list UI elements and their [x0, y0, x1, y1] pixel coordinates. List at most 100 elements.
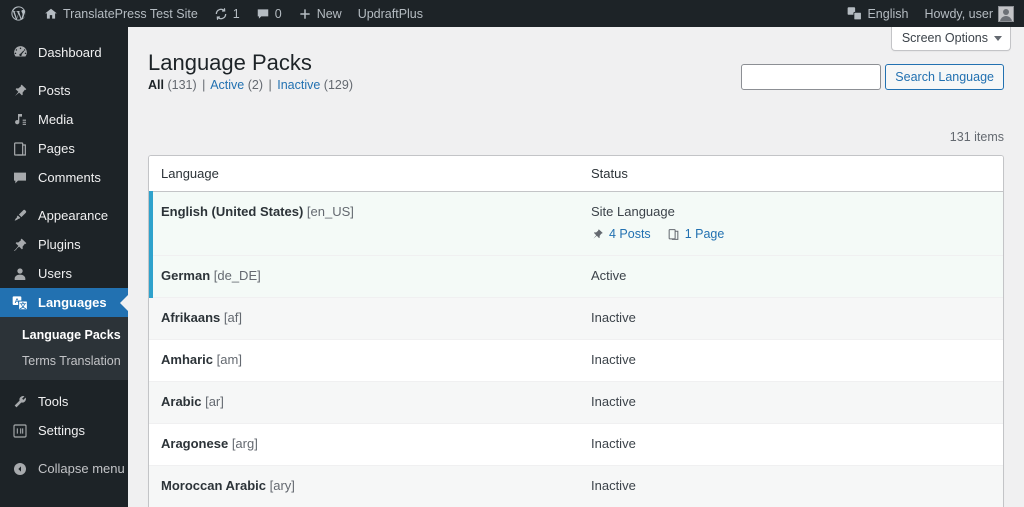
table-row[interactable]: Amharic [am] Inactive [149, 339, 1003, 382]
comment-icon [256, 7, 270, 21]
sidebar-separator [0, 192, 128, 201]
updates-menu[interactable]: 1 [206, 0, 248, 27]
status-label: Inactive [591, 394, 636, 409]
cell-status: Inactive [579, 465, 1003, 507]
table-body: English (United States) [en_US] Site Lang… [149, 190, 1003, 507]
language-code: [ar] [201, 394, 224, 409]
submenu-item-language-packs[interactable]: Language Packs [0, 322, 128, 348]
table-row[interactable]: Moroccan Arabic [ary] Inactive [149, 465, 1003, 507]
sidebar-separator [0, 445, 128, 454]
sidebar-item-media[interactable]: Media [0, 105, 128, 134]
sidebar-separator [0, 67, 128, 76]
sidebar-item-languages[interactable]: A文 Languages [0, 288, 128, 317]
collapse-menu-button[interactable]: Collapse menu [0, 454, 128, 483]
main-content: Screen Options Language Packs All (131) … [128, 27, 1024, 507]
language-name: Afrikaans [161, 310, 221, 325]
table-row[interactable]: English (United States) [en_US] Site Lang… [149, 190, 1003, 256]
screen-options-label: Screen Options [901, 31, 988, 45]
sidebar-item-plugins[interactable]: Plugins [0, 230, 128, 259]
svg-text:文: 文 [20, 301, 27, 310]
meta-link[interactable]: 1 Page [685, 227, 725, 241]
site-name-menu[interactable]: TranslatePress Test Site [36, 0, 206, 27]
sidebar-item-label: Pages [38, 141, 75, 156]
new-content-label: New [316, 6, 342, 21]
site-name-label: TranslatePress Test Site [63, 6, 198, 21]
media-icon [11, 111, 29, 129]
language-packs-table: Language Status English (United States) … [149, 156, 1003, 507]
comment-icon [11, 169, 29, 187]
language-name: German [161, 268, 211, 283]
language-switcher-menu[interactable]: English [839, 0, 916, 27]
translate-icon [847, 6, 863, 21]
settings-icon [11, 422, 29, 440]
sidebar-item-tools[interactable]: Tools [0, 387, 128, 416]
howdy-label: Howdy, user [924, 6, 993, 21]
table-row[interactable]: Afrikaans [af] Inactive [149, 297, 1003, 340]
translate-icon: A文 [11, 294, 29, 312]
screen-options-button[interactable]: Screen Options [890, 27, 1011, 51]
avatar [998, 5, 1014, 22]
sidebar-item-label: Comments [38, 170, 101, 185]
status-label: Inactive [591, 310, 636, 325]
status-filter-links: All (131) | Active (2) | Inactive (129) [148, 78, 353, 92]
wordpress-logo-menu[interactable] [0, 0, 36, 27]
status-label: Site Language [591, 204, 675, 219]
comments-menu[interactable]: 0 [248, 0, 290, 27]
collapse-arrow-icon [11, 460, 29, 478]
updraftplus-menu[interactable]: UpdraftPlus [350, 0, 431, 27]
collapse-menu-label: Collapse menu [38, 461, 125, 476]
language-code: [en_US] [303, 204, 354, 219]
meta-link[interactable]: 4 Posts [609, 227, 651, 241]
user-icon [11, 265, 29, 283]
column-header-language[interactable]: Language [149, 156, 579, 192]
sidebar-item-comments[interactable]: Comments [0, 163, 128, 192]
updates-count: 1 [232, 6, 240, 21]
admin-bar: TranslatePress Test Site 1 0 New Updraft… [0, 0, 1024, 27]
table-row[interactable]: German [de_DE] Active [149, 254, 1003, 298]
sidebar-item-dashboard[interactable]: Dashboard [0, 38, 128, 67]
filter-link-active[interactable]: Active [210, 78, 244, 92]
table-row[interactable]: Aragonese [arg] Inactive [149, 423, 1003, 466]
my-account-menu[interactable]: Howdy, user [916, 0, 1024, 27]
language-code: [arg] [228, 436, 258, 451]
pin-icon [591, 228, 604, 241]
column-header-status[interactable]: Status [579, 156, 1003, 192]
submenu-item-terms-translation[interactable]: Terms Translation [0, 348, 128, 374]
language-name: Moroccan Arabic [161, 478, 266, 493]
sidebar-submenu-languages: Language Packs Terms Translation [0, 317, 128, 380]
cell-status: Active [579, 255, 1003, 298]
cell-language: Arabic [ar] [149, 381, 579, 424]
wrench-icon [11, 393, 29, 411]
status-label: Inactive [591, 478, 636, 493]
sidebar-item-appearance[interactable]: Appearance [0, 201, 128, 230]
updates-icon [214, 7, 228, 21]
language-switcher-label: English [867, 6, 909, 21]
cell-language: Aragonese [arg] [149, 423, 579, 466]
language-code: [de_DE] [210, 268, 261, 283]
sidebar-item-label: Settings [38, 423, 85, 438]
comments-count: 0 [274, 6, 282, 21]
search-language-button[interactable]: Search Language [885, 64, 1004, 90]
wordpress-icon [10, 5, 27, 22]
sidebar-item-label: Appearance [38, 208, 109, 223]
filter-link-all[interactable]: All [148, 78, 164, 92]
table-row[interactable]: Arabic [ar] Inactive [149, 381, 1003, 424]
admin-sidebar: Dashboard Posts Media Pages Comments App… [0, 27, 128, 507]
status-meta: 4 Posts 1 Page [591, 227, 993, 241]
updraftplus-label: UpdraftPlus [357, 6, 424, 21]
pages-icon [11, 140, 29, 158]
filter-separator: | [202, 78, 206, 92]
filter-link-inactive[interactable]: Inactive [277, 78, 320, 92]
sidebar-item-label: Dashboard [38, 45, 102, 60]
new-content-menu[interactable]: New [290, 0, 350, 27]
sidebar-item-label: Plugins [38, 237, 81, 252]
language-code: [ary] [266, 478, 295, 493]
sidebar-item-settings[interactable]: Settings [0, 416, 128, 445]
sidebar-item-posts[interactable]: Posts [0, 76, 128, 105]
displaying-num: 131 items [949, 130, 1004, 144]
sidebar-item-pages[interactable]: Pages [0, 134, 128, 163]
sidebar-item-users[interactable]: Users [0, 259, 128, 288]
cell-language: Moroccan Arabic [ary] [149, 465, 579, 507]
search-input[interactable] [741, 64, 882, 90]
filter-count-active: (2) [247, 78, 263, 92]
